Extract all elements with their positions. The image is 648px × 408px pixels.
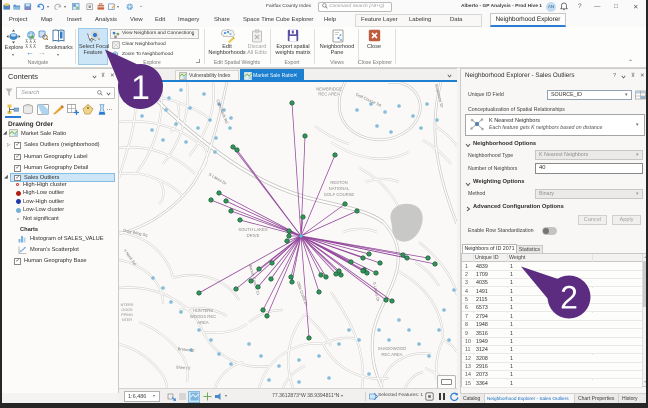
svg-text:DRIVE: DRIVE [247, 233, 260, 238]
svg-text:NATIONAL: NATIONAL [329, 186, 350, 191]
svg-text:Dr: Dr [123, 98, 128, 103]
svg-text:NTERS: NTERS [121, 303, 134, 307]
svg-text:GOLF COURSE: GOLF COURSE [324, 192, 355, 197]
svg-text:HUNTERS: HUNTERS [193, 308, 213, 313]
svg-text:SOUTH LAKES: SOUTH LAKES [238, 227, 268, 232]
svg-text:REC AREA: REC AREA [318, 92, 339, 97]
svg-text:REC AREA: REC AREA [381, 352, 402, 357]
svg-text:NTER: NTER [122, 318, 133, 322]
svg-text:OODS: OODS [121, 308, 133, 312]
svg-text:WOODS REC: WOODS REC [190, 314, 216, 319]
svg-text:SHADOWOOD: SHADOWOOD [378, 346, 406, 351]
svg-text:AREA: AREA [197, 320, 209, 325]
svg-text:RESTON: RESTON [330, 180, 347, 185]
svg-text:Shire Ct: Shire Ct [176, 365, 192, 371]
svg-text:PPING: PPING [121, 313, 133, 317]
